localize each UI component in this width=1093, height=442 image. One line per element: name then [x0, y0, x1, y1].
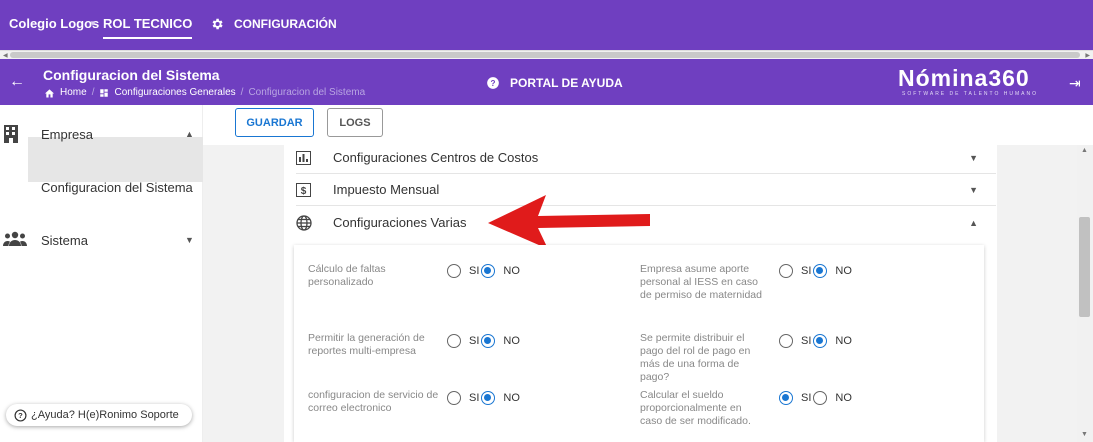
save-button[interactable]: GUARDAR [235, 108, 314, 137]
radio-no[interactable] [813, 391, 828, 405]
page-header: ← Configuracion del Sistema Home / Confi… [0, 59, 1093, 105]
radio-no-label: NO [503, 392, 520, 404]
scrollbar-thumb[interactable] [1079, 217, 1090, 317]
radio-si[interactable] [779, 391, 793, 405]
users-icon [3, 231, 27, 246]
radio-si[interactable] [779, 334, 793, 348]
chevron-down-icon: ▼ [969, 184, 978, 195]
svg-text:?: ? [491, 79, 496, 88]
help-portal-label: PORTAL DE AYUDA [510, 76, 623, 90]
help-portal-link[interactable]: ? PORTAL DE AYUDA [486, 76, 623, 90]
breadcrumb-current: Configuracion del Sistema [248, 87, 366, 98]
option-radio-group: SI NO [779, 391, 852, 405]
scroll-right-icon[interactable]: ▶ [1085, 52, 1090, 59]
support-help-button[interactable]: ? ¿Ayuda? H(e)Ronimo Soporte [6, 404, 192, 426]
option-radio-group: SI NO [779, 334, 852, 348]
radio-no[interactable] [813, 334, 828, 348]
logout-icon[interactable]: ⇥ [1069, 75, 1081, 92]
breadcrumb-separator: / [91, 87, 95, 98]
radio-no-label: NO [503, 335, 520, 347]
section-label: Impuesto Mensual [333, 182, 440, 197]
option-radio-group: SI NO [447, 264, 520, 278]
chevron-down-icon: ▼ [185, 235, 194, 245]
dashboard-icon [100, 88, 109, 97]
school-selector[interactable]: Colegio Logos [9, 16, 99, 31]
bar-chart-icon [296, 151, 311, 165]
radio-si-label: SI [801, 335, 812, 347]
section-label: Configuraciones Varias [333, 215, 467, 230]
breadcrumb: Home / Configuraciones Generales / Confi… [44, 87, 365, 98]
vertical-scrollbar[interactable]: ▲ ▼ [1077, 145, 1093, 442]
section-label: Configuraciones Centros de Costos [333, 150, 539, 165]
page-title: Configuracion del Sistema [43, 67, 220, 83]
top-bar: Colegio Logos ▼ ROL TECNICO CONFIGURACIÓ… [0, 0, 1093, 50]
radio-si-label: SI [469, 265, 480, 277]
help-icon: ? [487, 77, 499, 89]
option-radio-group: SI NO [779, 264, 852, 278]
sidebar-item-empresa[interactable]: Empresa ▲ [0, 122, 203, 148]
radio-si[interactable] [447, 391, 461, 405]
radio-no[interactable] [481, 334, 496, 348]
home-icon [44, 88, 55, 98]
option-label: Permitir la generación de reportes multi… [308, 332, 425, 357]
chevron-up-icon: ▲ [969, 218, 978, 228]
sidebar-item-sistema[interactable]: Sistema ▼ [0, 228, 203, 252]
red-arrow-annotation [488, 195, 650, 249]
radio-no[interactable] [481, 391, 496, 405]
radio-si-label: SI [469, 335, 480, 347]
gear-icon [212, 18, 223, 30]
option-radio-group: SI NO [447, 334, 520, 348]
option-label: Cálculo de faltas personalizado [308, 263, 386, 288]
radio-no-label: NO [835, 392, 852, 404]
scroll-up-icon[interactable]: ▲ [1081, 147, 1088, 154]
svg-text:?: ? [18, 411, 23, 420]
option-label: Se permite distribuir el pago del rol de… [640, 332, 751, 383]
scroll-down-icon[interactable]: ▼ [1081, 431, 1088, 438]
chevron-down-icon[interactable]: ▼ [89, 19, 97, 28]
radio-no[interactable] [481, 264, 496, 278]
radio-no-label: NO [503, 265, 520, 277]
option-label: Calcular el sueldo proporcionalmente en … [640, 389, 751, 427]
radio-no-label: NO [835, 335, 852, 347]
role-tab[interactable]: ROL TECNICO [103, 16, 193, 39]
radio-si-label: SI [801, 265, 812, 277]
building-icon [4, 125, 18, 143]
radio-si[interactable] [779, 264, 793, 278]
scrollbar-thumb[interactable] [10, 52, 1080, 58]
chevron-up-icon: ▲ [185, 129, 194, 139]
radio-no[interactable] [813, 264, 828, 278]
breadcrumb-general[interactable]: Configuraciones Generales [114, 87, 235, 98]
radio-no-label: NO [835, 265, 852, 277]
back-arrow-icon[interactable]: ← [9, 73, 25, 91]
svg-text:$: $ [301, 186, 307, 197]
dollar-icon: $ [296, 183, 311, 197]
radio-si[interactable] [447, 334, 461, 348]
brand-logo: Nómina360 [898, 65, 1030, 91]
sidebar-item-label: Configuracion del Sistema [41, 180, 193, 195]
config-label: CONFIGURACIÓN [234, 17, 337, 31]
option-label: configuracion de servicio de correo elec… [308, 389, 439, 414]
radio-si-label: SI [469, 392, 480, 404]
chevron-down-icon: ▼ [969, 152, 978, 163]
radio-si[interactable] [447, 264, 461, 278]
help-circle-icon: ? [14, 408, 27, 422]
breadcrumb-separator: / [240, 87, 244, 98]
config-menu[interactable]: CONFIGURACIÓN [210, 17, 337, 31]
brand-tagline: SOFTWARE DE TALENTO HUMANO [902, 91, 1038, 97]
radio-si-label: SI [801, 392, 812, 404]
sidebar-item-config-sistema[interactable]: Configuracion del Sistema [28, 178, 203, 198]
option-radio-group: SI NO [447, 391, 520, 405]
logs-button[interactable]: LOGS [327, 108, 383, 137]
sidebar-item-label: Sistema [41, 233, 88, 248]
scroll-left-icon[interactable]: ◀ [3, 52, 8, 59]
globe-icon [296, 215, 312, 231]
section-centros-costos[interactable]: Configuraciones Centros de Costos ▼ [296, 142, 996, 174]
option-label: Empresa asume aporte personal al IESS en… [640, 263, 762, 301]
sidebar-item-label: Empresa [41, 127, 94, 142]
support-help-label: ¿Ayuda? H(e)Ronimo Soporte [31, 409, 179, 421]
breadcrumb-home[interactable]: Home [60, 87, 87, 98]
horizontal-scrollbar[interactable]: ◀ ▶ [0, 50, 1093, 59]
